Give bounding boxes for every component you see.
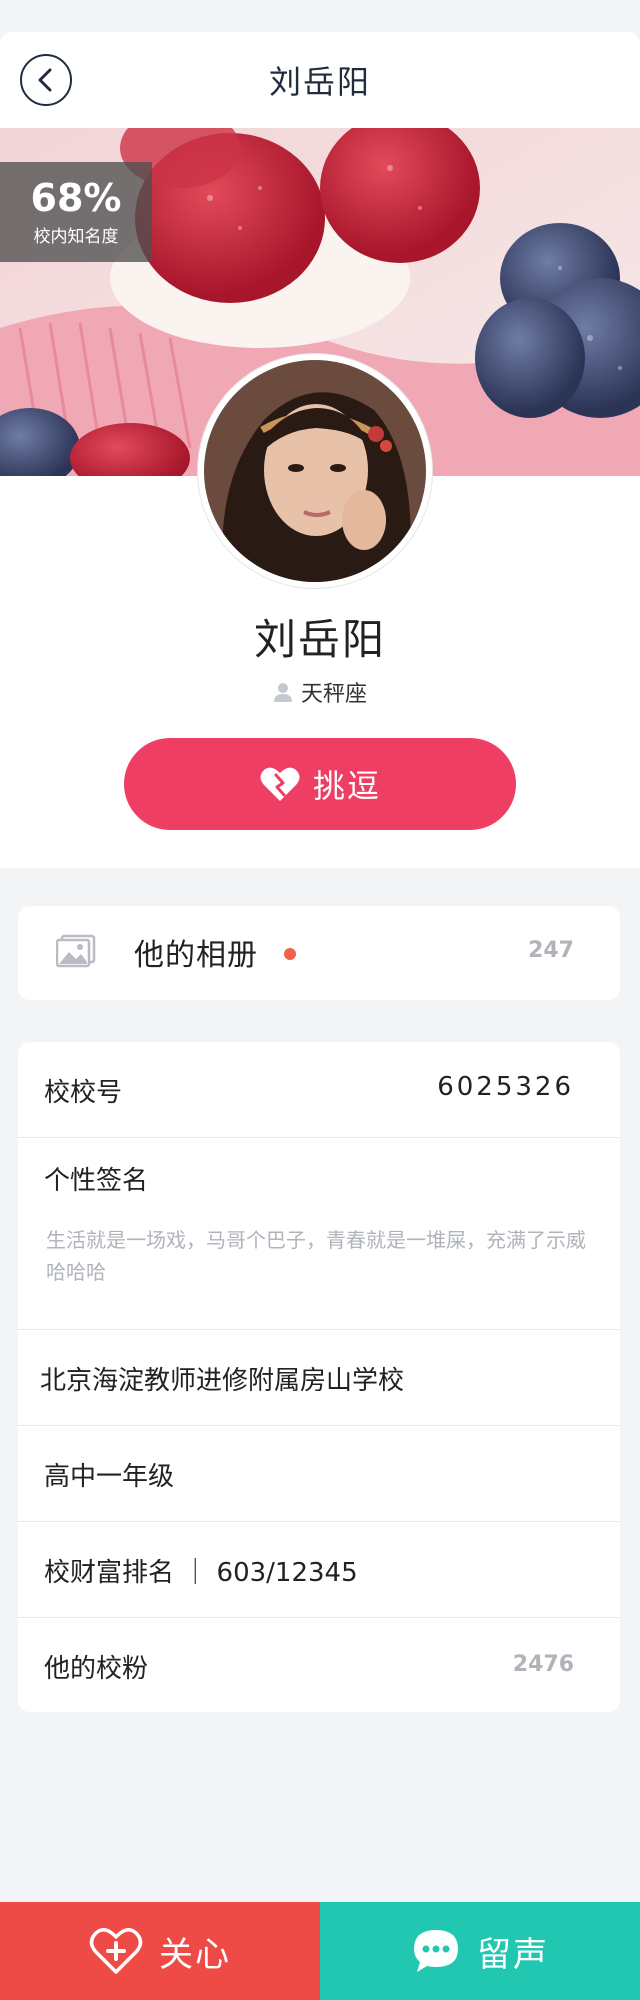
new-indicator-dot <box>284 948 296 960</box>
bottom-action-bar: 关心 留声 <box>0 1902 640 2000</box>
care-label: 关心 <box>159 1934 231 1975</box>
grade: 高中一年级 <box>44 1462 175 1492</box>
wealth-rank-row: 校财富排名 ｜ 603/12345 <box>18 1522 620 1618</box>
grade-row: 高中一年级 <box>18 1426 620 1522</box>
school-id-value: 6025326 <box>437 1072 574 1102</box>
signature-text: 生活就是一场戏，马哥个巴子，青春就是一堆屎，充满了示威哈哈哈 <box>46 1228 586 1284</box>
popularity-value: 68% <box>30 176 122 220</box>
message-button[interactable]: 留声 <box>320 1902 640 2000</box>
fans-label: 他的校粉 <box>44 1654 149 1684</box>
school-id-row: 校校号 6025326 <box>18 1042 620 1138</box>
heart-plus-icon <box>89 1928 143 1974</box>
page-title: 刘岳阳 <box>268 63 371 101</box>
heart-icon <box>260 767 300 801</box>
signature-row: 个性签名 生活就是一场戏，马哥个巴子，青春就是一堆屎，充满了示威哈哈哈 <box>18 1138 620 1330</box>
tease-label: 挑逗 <box>312 767 381 805</box>
care-button[interactable]: 关心 <box>0 1902 320 2000</box>
popularity-label: 校内知名度 <box>33 227 119 247</box>
info-card: 校校号 6025326 个性签名 生活就是一场戏，马哥个巴子，青春就是一堆屎，充… <box>18 1042 620 1712</box>
tease-button[interactable]: 挑逗 <box>124 738 516 830</box>
avatar[interactable] <box>198 354 432 588</box>
chat-bubble-icon <box>414 1930 458 1972</box>
school-id-label: 校校号 <box>44 1078 123 1108</box>
profile-name: 刘岳阳 <box>253 615 386 664</box>
album-count: 247 <box>528 938 574 963</box>
wealth-rank: 校财富排名 ｜ 603/12345 <box>44 1558 358 1588</box>
fans-count: 2476 <box>512 1652 574 1677</box>
school-name: 北京海淀教师进修附属房山学校 <box>40 1366 405 1396</box>
top-nav-bar: 刘岳阳 <box>0 32 640 128</box>
school-name-row[interactable]: 北京海淀教师进修附属房山学校 <box>18 1330 620 1426</box>
zodiac-label: 天秤座 <box>300 682 367 707</box>
signature-label: 个性签名 <box>44 1166 149 1196</box>
album-label: 他的相册 <box>134 938 258 973</box>
chevron-left-icon <box>38 68 52 92</box>
image-icon <box>56 934 96 968</box>
fans-row[interactable]: 他的校粉 2476 <box>18 1618 620 1712</box>
person-icon <box>273 683 292 702</box>
popularity-badge: 68% 校内知名度 <box>0 162 152 262</box>
back-button[interactable] <box>20 54 72 106</box>
avatar-photo <box>204 360 426 582</box>
album-row[interactable]: 他的相册 247 <box>18 906 620 1000</box>
zodiac-row: 天秤座 <box>0 676 640 708</box>
message-label: 留声 <box>477 1934 549 1975</box>
